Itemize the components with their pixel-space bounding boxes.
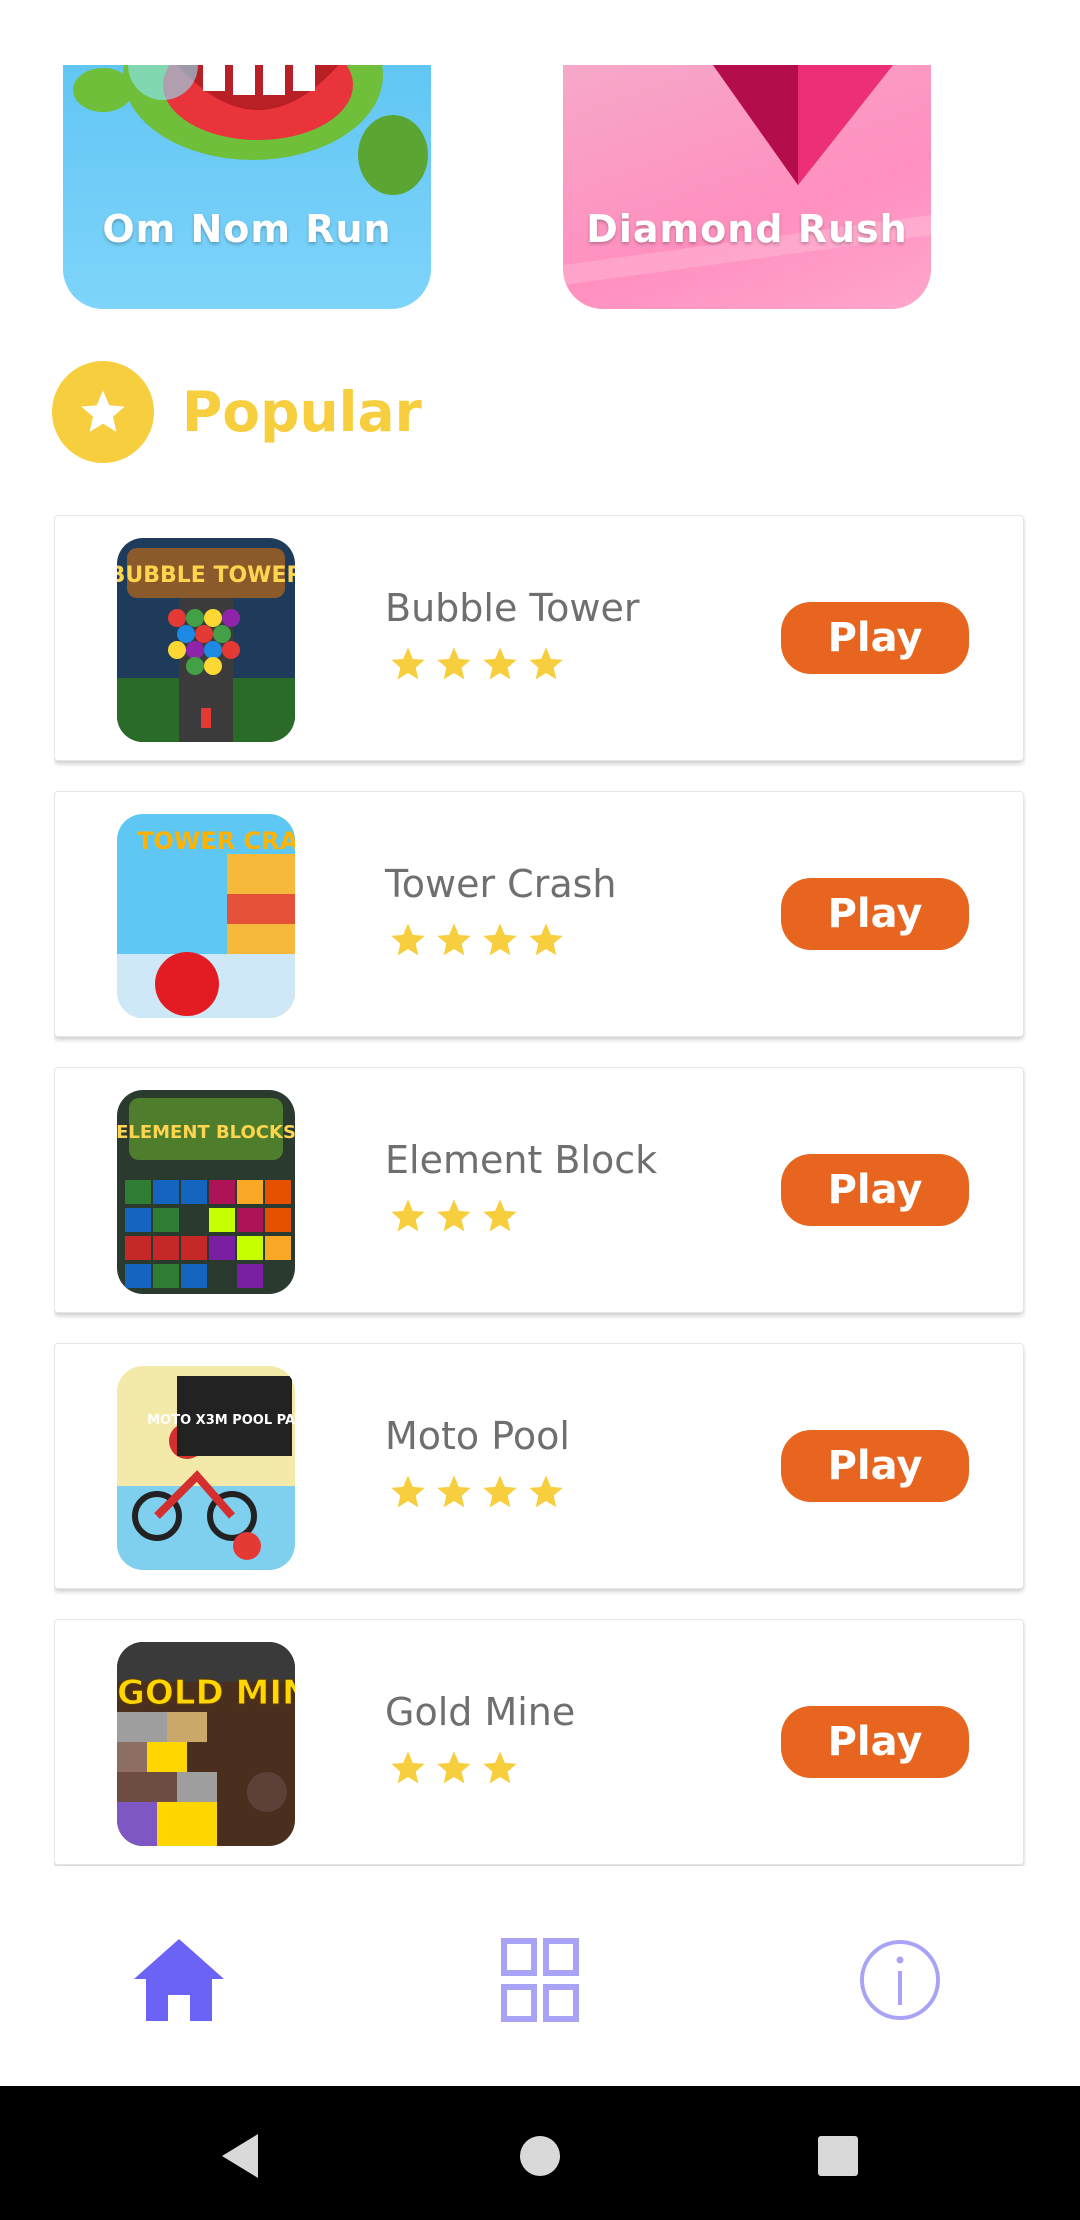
thumb-text: MOTO X3M POOL PARTY (147, 1413, 295, 1428)
rating-star-icon (529, 1475, 563, 1508)
star-rating (387, 644, 571, 684)
thumb-text: BUBBLE TOWER (117, 563, 295, 588)
play-button[interactable]: Play (781, 602, 969, 674)
rating-star-icon (529, 923, 563, 956)
rating-star-icon (391, 647, 425, 680)
game-title: Bubble Tower (385, 586, 640, 630)
info-icon (860, 1940, 940, 2020)
section-title: Popular (182, 380, 422, 444)
recents-square-icon (818, 2136, 858, 2176)
game-thumbnail-tower-crash: TOWER CRASH 3D (117, 814, 295, 1018)
rating-star-icon (437, 1751, 471, 1784)
star-rating (387, 1472, 571, 1512)
rating-star-icon (529, 647, 563, 680)
star-rating (387, 1196, 525, 1236)
game-title: Gold Mine (385, 1690, 576, 1734)
featured-title: Om Nom Run (102, 207, 392, 251)
rating-star-icon (437, 923, 471, 956)
popular-games-list[interactable]: BUBBLE TOWER Bubble Tower Play TOWER CRA… (54, 515, 1026, 1867)
play-button[interactable]: Play (781, 1430, 969, 1502)
thumb-text: TOWER CRASH 3D (137, 827, 295, 855)
nav-home[interactable] (129, 1930, 229, 2030)
rating-star-icon (437, 1199, 471, 1232)
play-button[interactable]: Play (781, 1706, 969, 1778)
game-title: Moto Pool (385, 1414, 570, 1458)
game-thumbnail-moto-pool: MOTO X3M POOL PARTY (117, 1366, 295, 1570)
game-row-element-block[interactable]: ELEMENT BLOCKS Element Block Play (54, 1067, 1024, 1313)
game-title: Tower Crash (385, 862, 617, 906)
om-nom-artwork (73, 65, 428, 195)
game-thumbnail-bubble-tower: BUBBLE TOWER (117, 538, 295, 742)
game-thumbnail-element-block: ELEMENT BLOCKS (117, 1090, 295, 1294)
back-triangle-icon (222, 2134, 258, 2178)
star-rating (387, 1748, 525, 1788)
star-icon (52, 361, 154, 463)
thumb-text: ELEMENT BLOCKS (117, 1122, 295, 1143)
play-button[interactable]: Play (781, 1154, 969, 1226)
rating-star-icon (483, 1751, 517, 1784)
rating-star-icon (391, 923, 425, 956)
nav-categories[interactable] (490, 1930, 590, 2030)
rating-star-icon (391, 1199, 425, 1232)
system-navigation-bar (0, 2086, 1080, 2220)
section-header-popular: Popular (52, 361, 422, 463)
system-recents-button[interactable] (808, 2126, 868, 2186)
featured-carousel[interactable]: Om Nom Run Diamond Rush (0, 0, 1080, 330)
rating-star-icon (391, 1475, 425, 1508)
rating-star-icon (483, 923, 517, 956)
game-row-gold-mine[interactable]: GOLD MIN Gold Mine Play (54, 1619, 1024, 1865)
system-back-button[interactable] (210, 2126, 270, 2186)
grid-icon (501, 1938, 579, 2022)
game-title: Element Block (385, 1138, 658, 1182)
game-row-tower-crash[interactable]: TOWER CRASH 3D Tower Crash Play (54, 791, 1024, 1037)
featured-title: Diamond Rush (586, 207, 908, 251)
thumb-text: GOLD MIN (117, 1673, 295, 1713)
rating-star-icon (483, 647, 517, 680)
play-button[interactable]: Play (781, 878, 969, 950)
rating-star-icon (437, 647, 471, 680)
nav-info[interactable] (850, 1930, 950, 2030)
game-row-moto-pool[interactable]: MOTO X3M POOL PARTY Moto Pool Play (54, 1343, 1024, 1589)
game-row-bubble-tower[interactable]: BUBBLE TOWER Bubble Tower Play (54, 515, 1024, 761)
featured-card-om-nom-run[interactable]: Om Nom Run (63, 65, 431, 309)
star-rating (387, 920, 571, 960)
featured-card-diamond-rush[interactable]: Diamond Rush (563, 65, 931, 309)
rating-star-icon (483, 1199, 517, 1232)
bottom-navigation (0, 1866, 1080, 2086)
home-icon (134, 1939, 224, 2021)
rating-star-icon (391, 1751, 425, 1784)
system-home-button[interactable] (510, 2126, 570, 2186)
rating-star-icon (483, 1475, 517, 1508)
home-circle-icon (520, 2136, 560, 2176)
diamond-artwork (563, 65, 931, 285)
game-thumbnail-gold-mine: GOLD MIN (117, 1642, 295, 1846)
rating-star-icon (437, 1475, 471, 1508)
